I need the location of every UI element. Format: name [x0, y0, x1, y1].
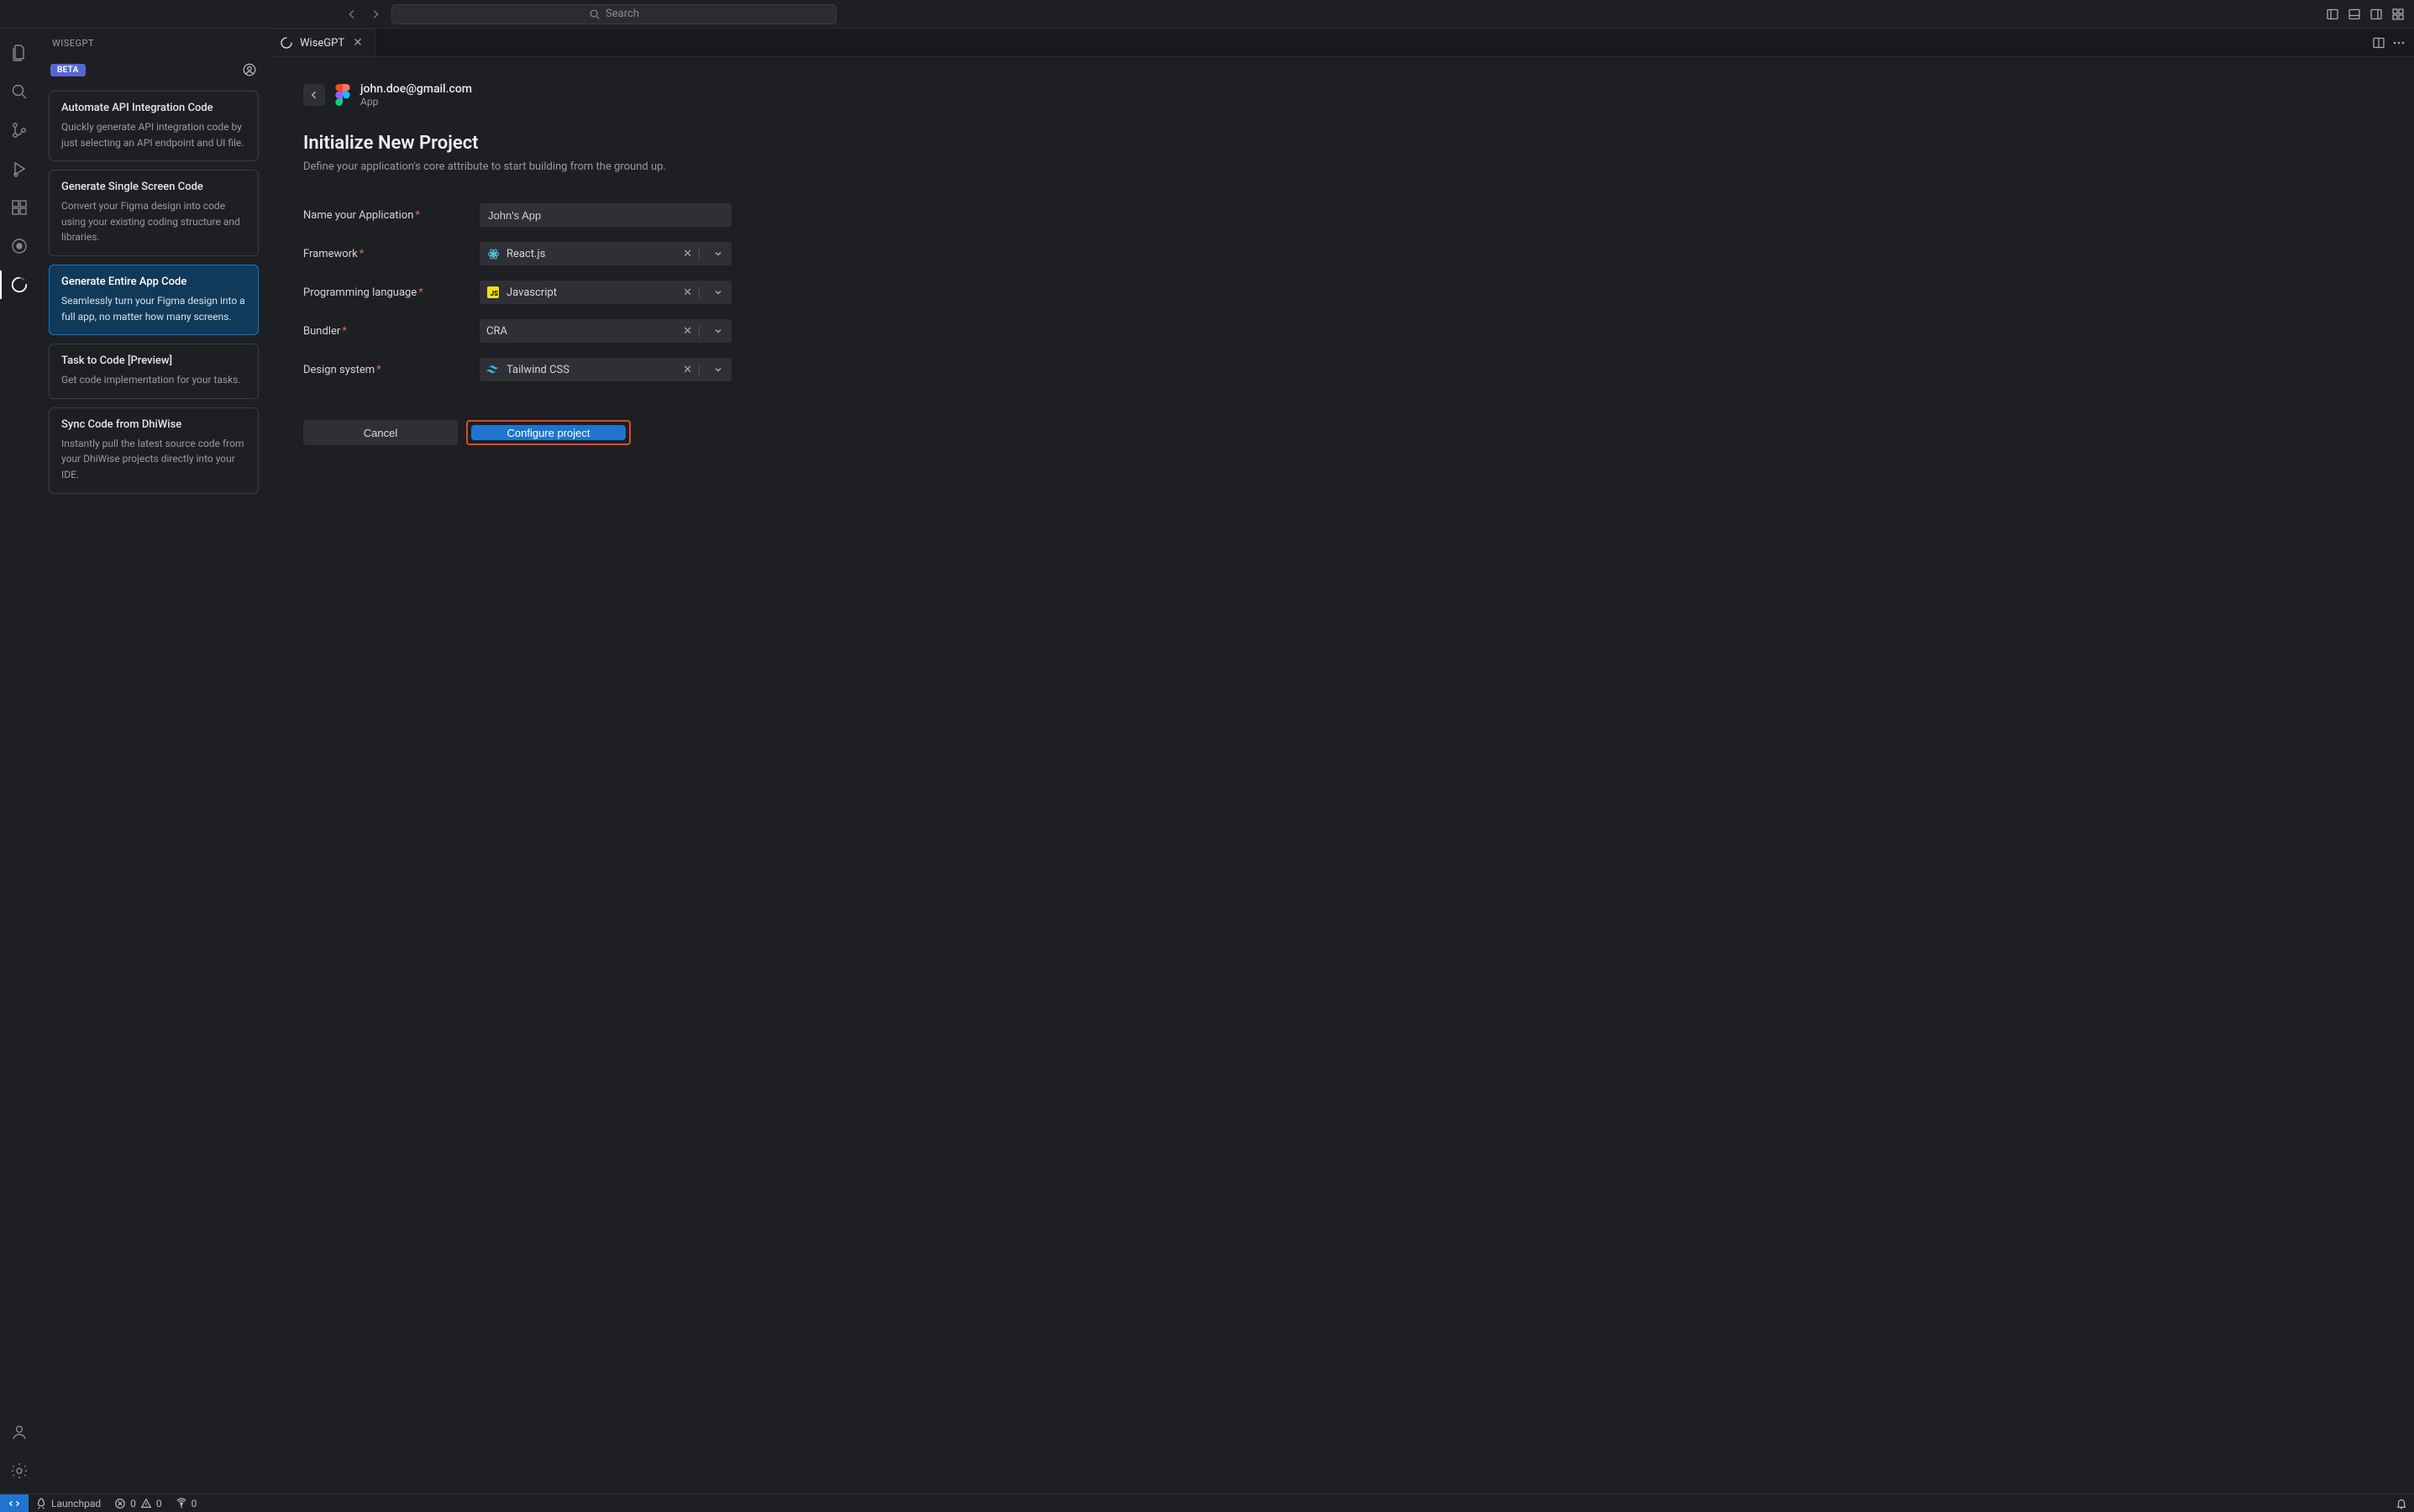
app-name-input[interactable] — [480, 203, 732, 227]
javascript-icon: JS — [486, 286, 500, 299]
search-icon — [589, 8, 601, 20]
label-framework: Framework* — [303, 248, 463, 260]
configure-project-highlight: Configure project — [466, 420, 631, 445]
framework-select[interactable]: React.js ✕ — [480, 242, 732, 265]
layout-left-icon[interactable] — [2323, 5, 2342, 24]
search-input[interactable]: Search — [391, 4, 837, 24]
split-editor-icon[interactable] — [2372, 36, 2385, 50]
design-select[interactable]: Tailwind CSS ✕ — [480, 358, 732, 381]
clear-icon[interactable]: ✕ — [676, 248, 700, 260]
extensions-icon[interactable] — [0, 188, 39, 227]
bundler-value: CRA — [486, 325, 669, 338]
status-ports[interactable]: 0 — [169, 1498, 204, 1509]
design-value: Tailwind CSS — [506, 364, 669, 376]
tab-label: WiseGPT — [300, 37, 344, 50]
user-email-sub: App — [360, 96, 472, 108]
layout-customize-icon[interactable] — [2389, 5, 2407, 24]
card-desc: Instantly pull the latest source code fr… — [61, 436, 246, 483]
card-title: Sync Code from DhiWise — [61, 418, 246, 431]
status-launchpad[interactable]: Launchpad — [29, 1498, 108, 1509]
accounts-icon[interactable] — [0, 1413, 39, 1452]
search-placeholder: Search — [606, 8, 639, 20]
editor-area: WiseGPT ✕ — [270, 29, 2414, 1494]
back-button[interactable] — [303, 84, 325, 106]
status-errors[interactable]: 0 0 — [108, 1498, 169, 1509]
nav-back-icon[interactable] — [343, 7, 361, 22]
figma-logo-icon — [335, 84, 350, 106]
activity-bar — [0, 29, 39, 1494]
notifications-icon[interactable] — [2389, 1498, 2414, 1509]
sidebar-card-entire-app[interactable]: Generate Entire App Code Seamlessly turn… — [49, 265, 259, 335]
clear-icon[interactable]: ✕ — [676, 286, 700, 299]
statusbar: Launchpad 0 0 0 — [0, 1494, 2414, 1512]
more-actions-icon[interactable] — [2392, 36, 2406, 50]
search-activity-icon[interactable] — [0, 72, 39, 111]
chevron-down-icon[interactable] — [706, 287, 727, 297]
source-control-icon[interactable] — [0, 111, 39, 150]
label-name: Name your Application* — [303, 209, 463, 222]
sidebar-user-icon[interactable] — [242, 62, 257, 77]
card-title: Generate Entire App Code — [61, 276, 246, 288]
record-icon[interactable] — [0, 227, 39, 265]
lang-select[interactable]: JS Javascript ✕ — [480, 281, 732, 304]
cancel-button[interactable]: Cancel — [303, 420, 458, 445]
nav-forward-icon[interactable] — [366, 7, 385, 22]
card-title: Automate API Integration Code — [61, 102, 246, 114]
beta-badge: BETA — [50, 64, 86, 76]
sidebar-card-task-to-code[interactable]: Task to Code [Preview] Get code implemen… — [49, 344, 259, 399]
run-debug-icon[interactable] — [0, 150, 39, 188]
card-desc: Quickly generate API integration code by… — [61, 119, 246, 150]
sidebar-card-single-screen[interactable]: Generate Single Screen Code Convert your… — [49, 170, 259, 256]
settings-gear-icon[interactable] — [0, 1452, 39, 1490]
bundler-select[interactable]: CRA ✕ — [480, 319, 732, 343]
tailwind-icon — [486, 363, 500, 376]
clear-icon[interactable]: ✕ — [676, 364, 700, 376]
chevron-down-icon[interactable] — [706, 249, 727, 259]
chevron-down-icon[interactable] — [706, 365, 727, 375]
configure-project-button[interactable]: Configure project — [471, 425, 626, 440]
lang-value: Javascript — [506, 286, 669, 299]
radio-tower-icon — [176, 1498, 187, 1509]
remote-indicator-icon[interactable] — [0, 1494, 29, 1512]
card-title: Generate Single Screen Code — [61, 181, 246, 193]
label-bundler: Bundler* — [303, 325, 463, 338]
rocket-icon — [35, 1498, 47, 1509]
close-icon[interactable]: ✕ — [351, 36, 365, 50]
sidebar: WISEGPT BETA Automate API Integration Co… — [39, 29, 270, 1494]
tab-wisegpt-icon — [280, 36, 293, 50]
sidebar-title: WISEGPT — [39, 29, 269, 57]
tabs-row: WiseGPT ✕ — [270, 29, 2414, 57]
react-icon — [486, 247, 500, 260]
label-design: Design system* — [303, 364, 463, 376]
warning-icon — [140, 1498, 152, 1509]
error-icon — [114, 1498, 126, 1509]
user-email: john.doe@gmail.com — [360, 82, 472, 96]
page-subtitle: Define your application's core attribute… — [303, 160, 2380, 173]
titlebar: Search — [0, 0, 2414, 29]
sidebar-card-sync[interactable]: Sync Code from DhiWise Instantly pull th… — [49, 407, 259, 494]
card-desc: Seamlessly turn your Figma design into a… — [61, 293, 246, 324]
layout-bottom-icon[interactable] — [2345, 5, 2364, 24]
label-lang: Programming language* — [303, 286, 463, 299]
card-desc: Get code implementation for your tasks. — [61, 372, 246, 388]
explorer-icon[interactable] — [0, 34, 39, 72]
wisegpt-activity-icon[interactable] — [0, 265, 39, 304]
layout-right-icon[interactable] — [2367, 5, 2385, 24]
framework-value: React.js — [506, 248, 669, 260]
sidebar-card-api[interactable]: Automate API Integration Code Quickly ge… — [49, 91, 259, 161]
tab-wisegpt[interactable]: WiseGPT ✕ — [270, 29, 375, 56]
clear-icon[interactable]: ✕ — [676, 325, 700, 338]
page-title: Initialize New Project — [303, 133, 2380, 154]
card-title: Task to Code [Preview] — [61, 354, 246, 367]
chevron-down-icon[interactable] — [706, 326, 727, 336]
card-desc: Convert your Figma design into code usin… — [61, 198, 246, 245]
